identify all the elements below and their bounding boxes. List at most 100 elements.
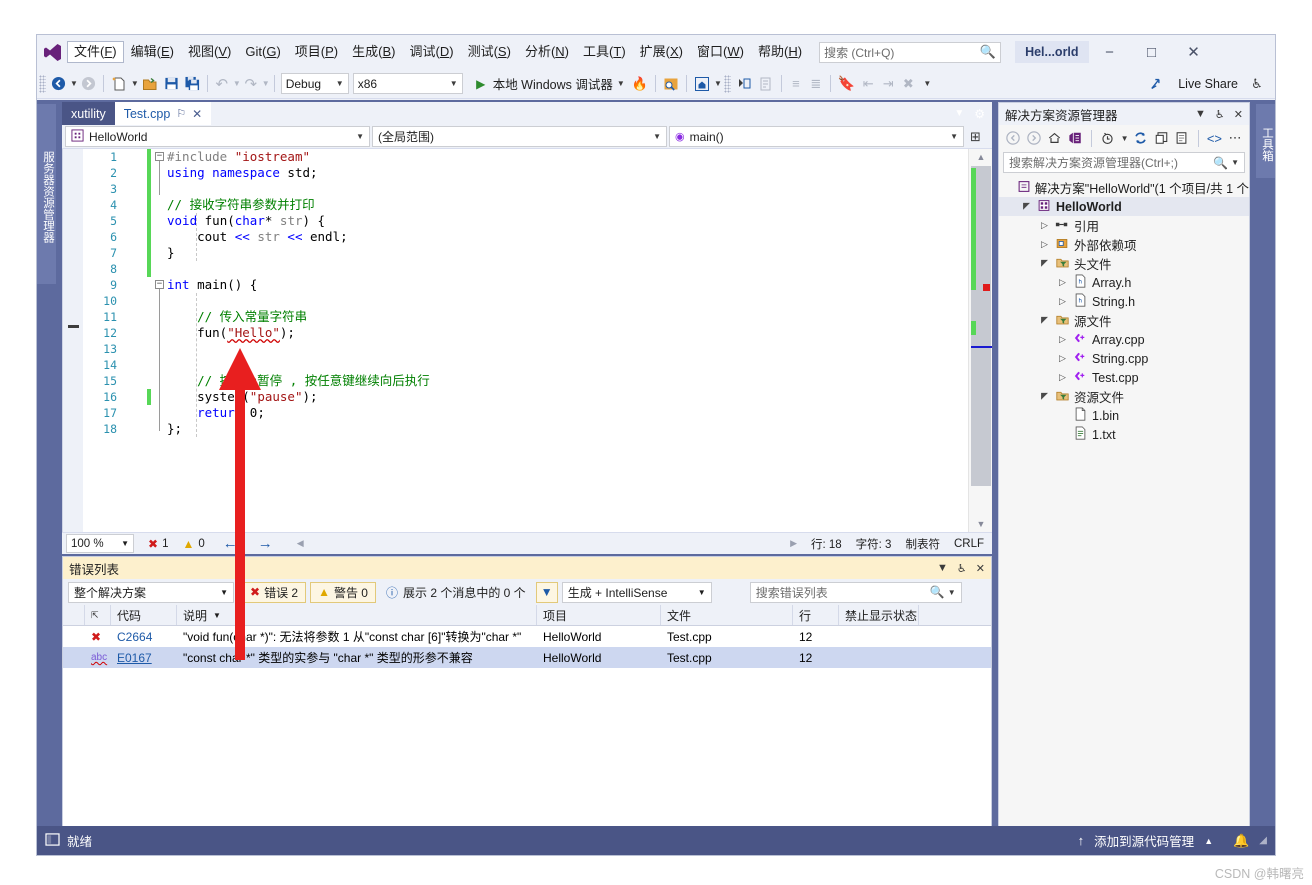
navigate-back-dropdown-icon[interactable]: ▼ bbox=[70, 79, 78, 88]
table-row[interactable]: abc E0167 "const char *" 类型的实参与 "char *" 类… bbox=[63, 647, 991, 668]
twisty-expanded-icon[interactable]: ◢ bbox=[1021, 201, 1032, 212]
code-line[interactable]: system("pause"); bbox=[167, 389, 968, 405]
code-line[interactable]: // 接收字符串参数并打印 bbox=[167, 197, 968, 213]
code-line[interactable]: }; bbox=[167, 421, 968, 437]
menu-item-4[interactable]: 项目(P) bbox=[288, 41, 345, 63]
chevron-down-icon[interactable]: ▼ bbox=[948, 588, 956, 597]
scroll-up-icon[interactable]: ▲ bbox=[969, 149, 992, 165]
split-view-icon[interactable]: ⊞ bbox=[970, 129, 981, 145]
code-line[interactable]: cout << str << endl; bbox=[167, 229, 968, 245]
toggle-bookmark-icon[interactable]: 🔖 bbox=[835, 72, 858, 96]
editor-warning-count[interactable]: ▲ 0 bbox=[182, 537, 204, 551]
code-editor[interactable]: 1 2 3 4 5 6 7 8 9 10 11 12 13 14 15 16 17 18 − − # bbox=[62, 149, 992, 532]
twisty-collapsed-icon[interactable]: ▷ bbox=[1039, 220, 1050, 231]
start-debug-dropdown-icon[interactable]: ▼ bbox=[617, 79, 625, 88]
menu-item-6[interactable]: 调试(D) bbox=[403, 41, 461, 63]
twisty-collapsed-icon[interactable]: ▷ bbox=[1057, 296, 1068, 307]
menu-bar[interactable]: 文件(F) 编辑(E) 视图(V) Git(G) 项目(P) 生成(B) 调试(D) 测试(S… bbox=[67, 41, 809, 63]
editor-indicator-margin[interactable] bbox=[63, 149, 83, 532]
navbar-project-combo[interactable]: HelloWorld ▼ bbox=[65, 126, 370, 147]
refresh-icon[interactable] bbox=[1131, 128, 1149, 149]
navbar-member-combo[interactable]: ◉ main() ▼ bbox=[669, 126, 964, 147]
tree-item-1.txt[interactable]: 1.txt bbox=[999, 425, 1249, 444]
menu-item-9[interactable]: 工具(T) bbox=[576, 41, 633, 63]
toolbar-grip[interactable] bbox=[723, 74, 731, 93]
editor-vertical-scrollbar[interactable]: ▲ ▼ bbox=[968, 149, 992, 532]
navbar-scope-combo[interactable]: (全局范围) ▼ bbox=[372, 126, 667, 147]
home-dropdown-icon[interactable]: ▼ bbox=[714, 79, 722, 88]
arrow-left-icon[interactable]: ← bbox=[223, 535, 238, 552]
table-row[interactable]: ✖ C2664 "void fun(char *)": 无法将参数 1 从"cons… bbox=[63, 626, 991, 647]
chevron-down-icon[interactable]: ▼ bbox=[954, 108, 964, 119]
error-column-header[interactable]: 禁止显示状态 bbox=[839, 605, 919, 625]
arrow-right-icon[interactable]: → bbox=[258, 535, 273, 552]
tree-item--helloworld-1-1-[interactable]: 解决方案"HelloWorld"(1 个项目/共 1 个 bbox=[999, 178, 1249, 197]
code-line[interactable]: // 控制台暂停 , 按任意键继续向后执行 bbox=[167, 373, 968, 389]
pending-changes-icon[interactable] bbox=[1099, 128, 1117, 149]
tree-item--[interactable]: ◢ 头文件 bbox=[999, 254, 1249, 273]
home-toolbar-icon[interactable] bbox=[691, 72, 713, 96]
error-column-header[interactable] bbox=[63, 605, 85, 625]
code-line[interactable] bbox=[167, 261, 968, 277]
error-list-column-headers[interactable]: ⇱ 代码 说明 ▼ 项目 文件行禁止显示状态 bbox=[63, 605, 991, 626]
editor-tab-xutility[interactable]: xutility bbox=[62, 102, 115, 125]
tree-item-array.cpp[interactable]: ▷ Array.cpp bbox=[999, 330, 1249, 349]
pin-icon[interactable]: ♿ bbox=[957, 562, 967, 575]
new-project-dropdown-icon[interactable]: ▼ bbox=[131, 79, 139, 88]
tree-item-string.h[interactable]: ▷ h String.h bbox=[999, 292, 1249, 311]
code-line[interactable]: #include "iostream" bbox=[167, 149, 968, 165]
bell-icon[interactable]: 🔔 bbox=[1233, 833, 1249, 849]
minimize-icon[interactable]: − bbox=[1089, 37, 1131, 67]
tree-item-test.cpp[interactable]: ▷ Test.cpp bbox=[999, 368, 1249, 387]
twisty-expanded-icon[interactable]: ◢ bbox=[1039, 391, 1050, 402]
collapse-all-icon[interactable] bbox=[1152, 128, 1170, 149]
play-icon[interactable]: ▶ bbox=[471, 72, 491, 96]
error-column-header[interactable]: 项目 bbox=[537, 605, 661, 625]
close-icon[interactable]: ✕ bbox=[192, 107, 202, 121]
error-column-header[interactable]: 说明 ▼ bbox=[177, 605, 537, 625]
error-column-header[interactable]: 行 bbox=[793, 605, 839, 625]
redo-dropdown-icon[interactable]: ▼ bbox=[262, 79, 270, 88]
outline-collapse-fun[interactable]: − bbox=[155, 152, 164, 161]
filter-icon[interactable]: ▼ bbox=[535, 581, 558, 603]
properties-icon[interactable] bbox=[1173, 128, 1191, 149]
save-icon[interactable] bbox=[161, 72, 182, 96]
resize-grip[interactable]: ◢ bbox=[1259, 835, 1267, 846]
menu-item-12[interactable]: 帮助(H) bbox=[751, 41, 809, 63]
code-line[interactable]: int main() { bbox=[167, 277, 968, 293]
pin-icon[interactable]: ♿ bbox=[1215, 108, 1225, 121]
show-all-files-icon[interactable]: <> bbox=[1206, 128, 1224, 149]
menu-item-5[interactable]: 生成(B) bbox=[345, 41, 402, 63]
error-search-input[interactable]: 搜索错误列表 🔍 ▼ bbox=[749, 581, 962, 603]
solution-explorer-icon[interactable] bbox=[1066, 128, 1084, 149]
chevron-up-icon[interactable]: ▲ bbox=[1204, 836, 1213, 846]
twisty-collapsed-icon[interactable]: ▷ bbox=[1057, 277, 1068, 288]
tree-item-array.h[interactable]: ▷ h Array.h bbox=[999, 273, 1249, 292]
error-column-header[interactable]: ⇱ bbox=[85, 605, 111, 625]
start-debug-label[interactable]: 本地 Windows 调试器 bbox=[493, 74, 613, 93]
error-list-grid[interactable]: ⇱ 代码 说明 ▼ 项目 文件行禁止显示状态 ✖ C2664 "void fun(char *… bbox=[63, 605, 991, 855]
overflow-icon[interactable]: ⋯ bbox=[1226, 128, 1244, 149]
code-line[interactable] bbox=[167, 181, 968, 197]
error-column-header[interactable]: 文件 bbox=[661, 605, 793, 625]
live-share-label[interactable]: Live Share bbox=[1178, 77, 1238, 91]
live-share-icon[interactable] bbox=[1147, 72, 1169, 96]
code-line[interactable]: return 0; bbox=[167, 405, 968, 421]
messages-toggle-button[interactable]: ⓘ 展示 2 个消息中的 0 个 bbox=[380, 582, 532, 603]
error-scope-combo[interactable]: 整个解决方案 ▼ bbox=[68, 581, 234, 603]
toolbar-overflow-icon[interactable]: ▼ bbox=[923, 79, 931, 88]
twisty-collapsed-icon[interactable]: ▷ bbox=[1057, 353, 1068, 364]
tree-item--[interactable]: ◢ 源文件 bbox=[999, 311, 1249, 330]
sidebar-tab-toolbox[interactable]: 工具箱 bbox=[1256, 104, 1275, 178]
tree-item--[interactable]: ◢ 资源文件 bbox=[999, 387, 1249, 406]
toolbar-grip[interactable] bbox=[39, 74, 46, 93]
editor-tabs[interactable]: xutility Test.cpp ⚐ ✕ bbox=[62, 102, 212, 125]
maximize-icon[interactable]: □ bbox=[1131, 37, 1173, 67]
twisty-collapsed-icon[interactable]: ▷ bbox=[1057, 372, 1068, 383]
error-column-header[interactable]: 代码 bbox=[111, 605, 177, 625]
pin-icon[interactable]: ⚐ bbox=[176, 107, 186, 120]
pending-changes-dropdown-icon[interactable]: ▼ bbox=[1121, 134, 1129, 143]
tree-item-1.bin[interactable]: 1.bin bbox=[999, 406, 1249, 425]
code-line[interactable] bbox=[167, 341, 968, 357]
code-text[interactable]: #include "iostream" using namespace std; … bbox=[167, 149, 968, 532]
